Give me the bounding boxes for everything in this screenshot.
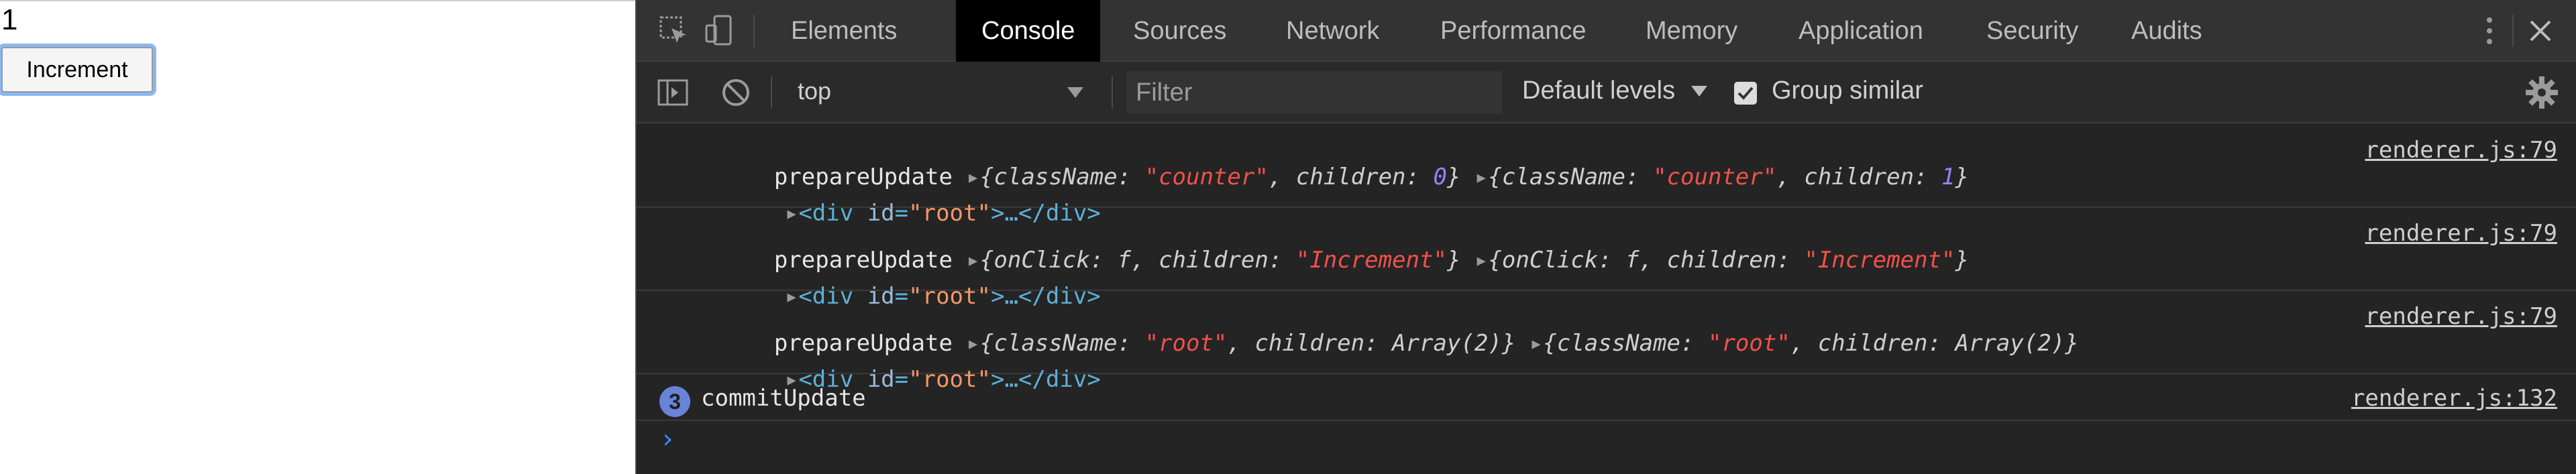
devtools-tabbar: Elements Console Sources Network Perform… (637, 0, 2576, 62)
repeat-count-badge: 3 (659, 386, 690, 417)
increment-button[interactable]: Increment (1, 47, 153, 93)
tab-security[interactable]: Security (1960, 0, 2105, 62)
source-link[interactable]: renderer.js:132 (2351, 385, 2557, 412)
expand-arrow-icon[interactable]: ▸ (1474, 247, 1488, 274)
tab-sources[interactable]: Sources (1106, 0, 1253, 62)
log-levels-dropdown[interactable]: Default levels (1522, 76, 1675, 105)
console-message: prepareUpdate ▸{onClick: f, children: "I… (637, 208, 2576, 310)
message-name: commitUpdate (701, 385, 866, 412)
console-message: prepareUpdate ▸{className: "counter", ch… (637, 125, 2576, 227)
tabbar-divider (753, 15, 755, 47)
tab-elements[interactable]: Elements (764, 0, 924, 62)
expand-arrow-icon[interactable]: ▸ (1529, 330, 1543, 357)
tab-console[interactable]: Console (956, 0, 1101, 62)
counter-value: 1 (1, 3, 18, 36)
inspect-element-icon[interactable] (658, 15, 690, 47)
tab-network[interactable]: Network (1259, 0, 1406, 62)
tab-memory[interactable]: Memory (1619, 0, 1764, 62)
console-settings-gear-icon[interactable] (2524, 75, 2558, 109)
console-prompt[interactable]: › (659, 424, 676, 455)
tab-audits[interactable]: Audits (2104, 0, 2229, 62)
group-similar-label: Group similar (1772, 76, 1923, 105)
app-viewport: 1 Increment (0, 0, 635, 474)
devtools-panel: Elements Console Sources Network Perform… (635, 0, 2576, 474)
filter-input[interactable]: Filter (1126, 71, 1502, 114)
toolbar-divider (771, 76, 772, 109)
source-link[interactable]: renderer.js:79 (2365, 303, 2557, 330)
clear-console-icon[interactable] (720, 76, 752, 109)
group-similar-checkbox[interactable] (1734, 82, 1757, 105)
console-message: prepareUpdate ▸{className: "root", child… (637, 291, 2576, 393)
device-toolbar-icon[interactable] (704, 15, 736, 47)
tab-application[interactable]: Application (1772, 0, 1950, 62)
source-link[interactable]: renderer.js:79 (2365, 137, 2557, 164)
console-message-commit: 3 commitUpdate renderer.js:132 (637, 374, 2576, 421)
tabbar-divider-right (2512, 15, 2514, 47)
context-dropdown-arrow-icon[interactable] (1067, 87, 1083, 98)
more-options-icon[interactable] (2473, 15, 2506, 47)
source-link[interactable]: renderer.js:79 (2365, 220, 2557, 247)
console-toolbar: top Filter Default levels Group similar (637, 62, 2576, 123)
close-devtools-icon[interactable] (2524, 15, 2557, 47)
context-selector[interactable]: top (798, 77, 831, 105)
toolbar-divider-2 (1112, 76, 1113, 109)
tab-performance[interactable]: Performance (1413, 0, 1613, 62)
levels-dropdown-arrow-icon[interactable] (1691, 86, 1707, 97)
expand-arrow-icon[interactable]: ▸ (1474, 164, 1488, 190)
show-sidebar-icon[interactable] (657, 76, 689, 109)
